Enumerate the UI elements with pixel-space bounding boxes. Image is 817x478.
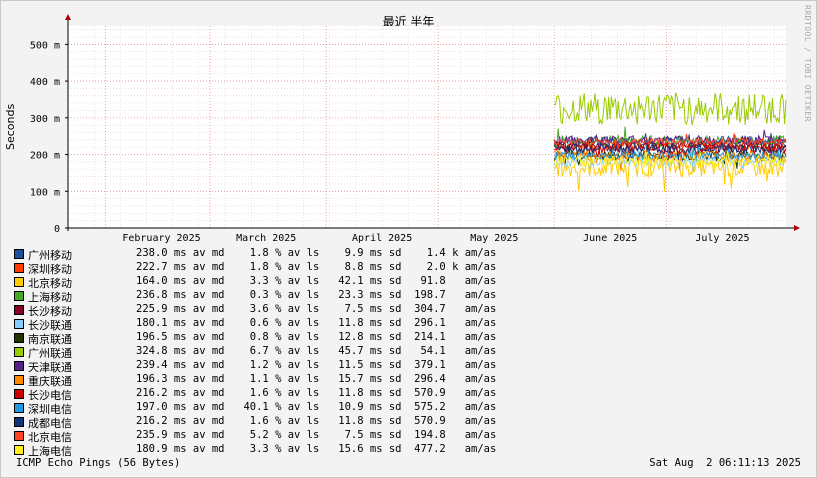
legend-swatch	[14, 361, 24, 371]
x-tick-label: June 2025	[583, 233, 637, 244]
legend-stats: 222.7 ms av md 1.8 % av ls 8.8 ms sd 2.0…	[136, 261, 497, 273]
plot-area: 0 100 m 200 m 300 m 400 m 500 m February 2025…	[30, 14, 800, 244]
legend-swatch	[14, 417, 24, 427]
y-tick-labels: 0 100 m 200 m 300 m 400 m 500 m	[30, 40, 60, 235]
legend-stats: 180.9 ms av md 3.3 % av ls 15.6 ms sd 47…	[136, 443, 497, 455]
legend-stats: 197.0 ms av md 40.1 % av ls 10.9 ms sd 5…	[136, 401, 497, 413]
legend-swatch	[14, 445, 24, 455]
footer-probe-label: ICMP Echo Pings (56 Bytes)	[16, 457, 181, 469]
legend-swatch	[14, 277, 24, 287]
y-tick-label: 200 m	[30, 151, 60, 162]
legend-stats: 238.0 ms av md 1.8 % av ls 9.9 ms sd 1.4…	[136, 247, 497, 259]
legend-swatch	[14, 431, 24, 441]
legend-stats: 216.2 ms av md 1.6 % av ls 11.8 ms sd 57…	[136, 415, 497, 427]
legend-swatch	[14, 347, 24, 357]
legend-stats: 196.3 ms av md 1.1 % av ls 15.7 ms sd 29…	[136, 373, 497, 385]
legend-stats: 180.1 ms av md 0.6 % av ls 11.8 ms sd 29…	[136, 317, 497, 329]
x-tick-labels: February 2025 March 2025 April 2025 May 202…	[122, 233, 749, 244]
legend-swatch	[14, 375, 24, 385]
x-tick-label: February 2025	[122, 233, 200, 244]
x-tick-label: May 2025	[470, 233, 518, 244]
legend-swatch	[14, 319, 24, 329]
x-tick-label: April 2025	[352, 233, 412, 244]
legend-stats: 216.2 ms av md 1.6 % av ls 11.8 ms sd 57…	[136, 387, 497, 399]
legend-swatch	[14, 263, 24, 273]
y-axis-arrow	[65, 14, 71, 20]
legend-stats: 164.0 ms av md 3.3 % av ls 42.1 ms sd 91…	[136, 275, 497, 287]
legend-stats: 196.5 ms av md 0.8 % av ls 12.8 ms sd 21…	[136, 331, 497, 343]
y-tick-label: 500 m	[30, 40, 60, 51]
y-tick-label: 300 m	[30, 114, 60, 125]
legend-swatch	[14, 403, 24, 413]
legend-stats: 236.8 ms av md 0.3 % av ls 23.3 ms sd 19…	[136, 289, 497, 301]
legend-stats: 235.9 ms av md 5.2 % av ls 7.5 ms sd 194…	[136, 429, 497, 441]
legend-swatch	[14, 249, 24, 259]
plot-background	[68, 26, 786, 228]
x-axis-arrow	[794, 225, 800, 231]
legend-stats: 324.8 ms av md 6.7 % av ls 45.7 ms sd 54…	[136, 345, 497, 357]
legend-swatch	[14, 291, 24, 301]
x-tick-label: March 2025	[236, 233, 296, 244]
footer-timestamp: Sat Aug 2 06:11:13 2025	[649, 457, 801, 469]
legend-swatch	[14, 305, 24, 315]
y-tick-label: 100 m	[30, 187, 60, 198]
legend-stats: 239.4 ms av md 1.2 % av ls 11.5 ms sd 37…	[136, 359, 497, 371]
y-tick-label: 0	[54, 224, 60, 235]
legend-swatch	[14, 389, 24, 399]
legend-swatch	[14, 333, 24, 343]
x-tick-label: July 2025	[695, 233, 749, 244]
y-tick-label: 400 m	[30, 77, 60, 88]
legend-stats: 225.9 ms av md 3.6 % av ls 7.5 ms sd 304…	[136, 303, 497, 315]
